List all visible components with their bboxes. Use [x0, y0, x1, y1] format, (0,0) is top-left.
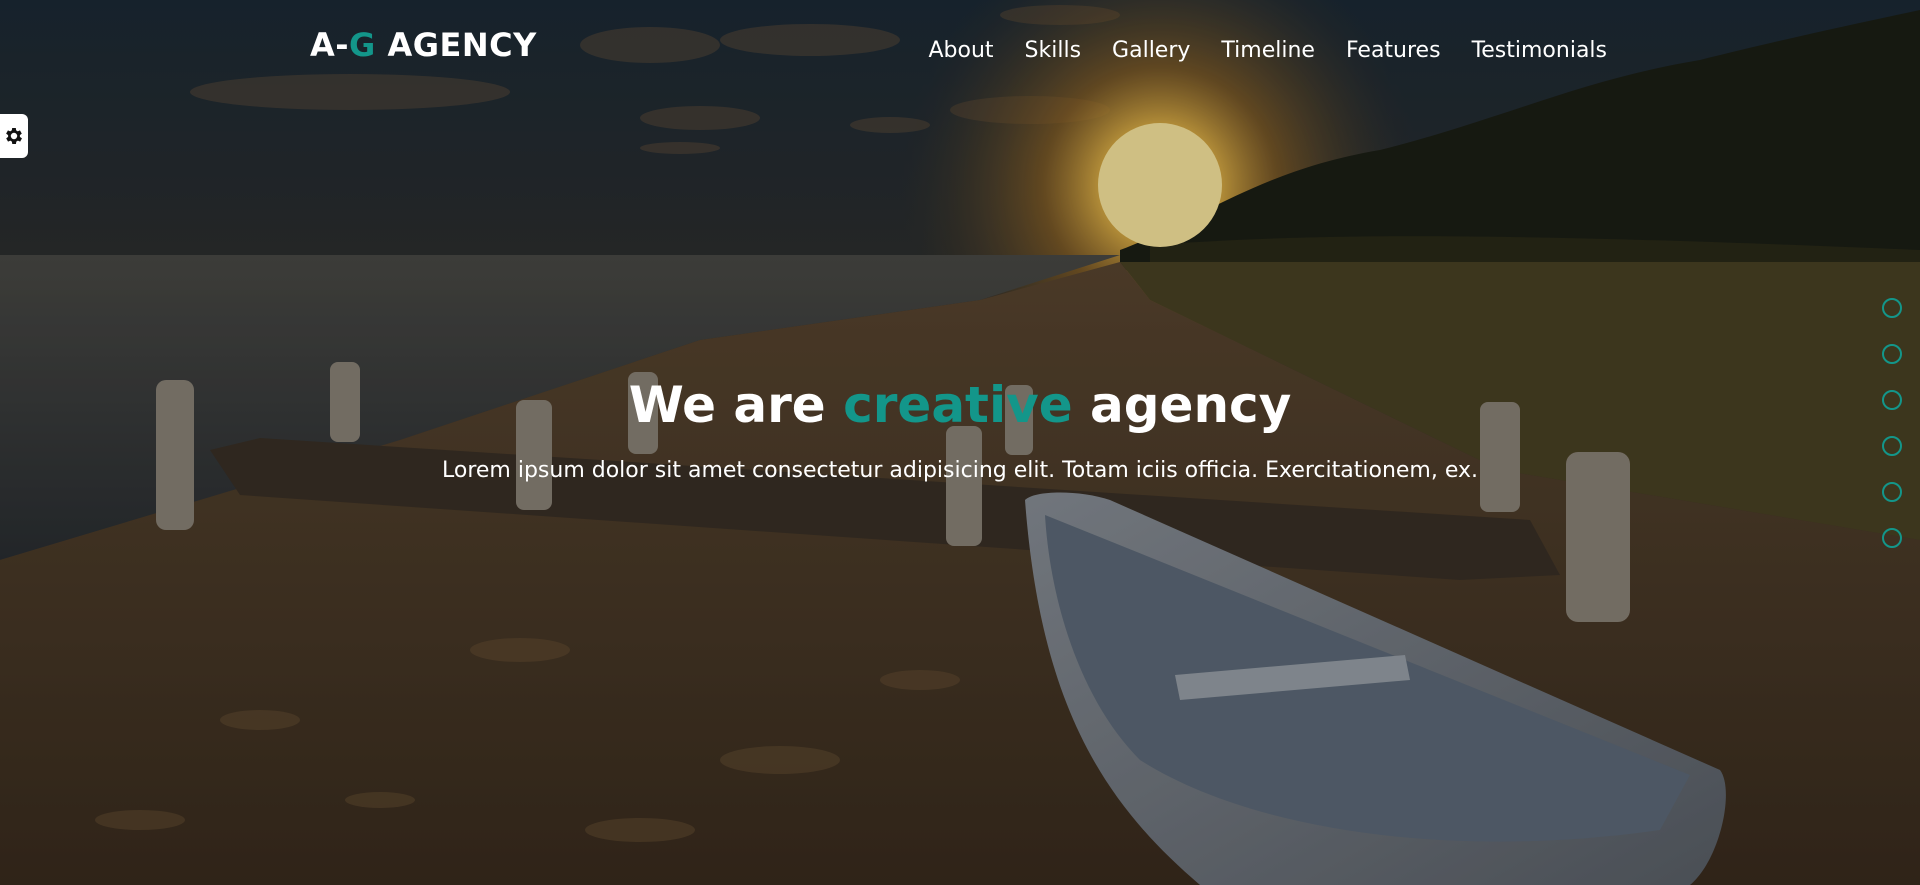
hero-subtitle: Lorem ipsum dolor sit amet consectetur a… — [442, 458, 1478, 483]
bullet-5[interactable] — [1882, 482, 1902, 502]
bullet-3[interactable] — [1882, 390, 1902, 410]
bullet-1[interactable] — [1882, 298, 1902, 318]
hero-title-before: We are — [628, 376, 844, 434]
brand-accent: G — [349, 26, 376, 64]
hero-section: A-G AGENCY About Skills Gallery Timeline… — [0, 0, 1920, 885]
nav-item-testimonials[interactable]: Testimonials — [1472, 38, 1607, 63]
nav-item-skills[interactable]: Skills — [1025, 38, 1082, 63]
brand-suffix: AGENCY — [375, 26, 537, 64]
hero-overlay — [0, 0, 1920, 885]
hero-title-accent: creative — [843, 376, 1073, 434]
nav-item-timeline[interactable]: Timeline — [1221, 38, 1315, 63]
bullet-6[interactable] — [1882, 528, 1902, 548]
settings-button[interactable] — [0, 114, 28, 158]
hero-title-after: agency — [1072, 376, 1292, 434]
bullet-2[interactable] — [1882, 344, 1902, 364]
nav-item-gallery[interactable]: Gallery — [1112, 38, 1190, 63]
nav-item-about[interactable]: About — [928, 38, 993, 63]
section-bullet-nav — [1882, 298, 1902, 548]
brand-logo[interactable]: A-G AGENCY — [310, 26, 537, 64]
gear-icon — [6, 128, 22, 144]
nav-item-features[interactable]: Features — [1346, 38, 1441, 63]
brand-prefix: A- — [310, 26, 350, 64]
bullet-4[interactable] — [1882, 436, 1902, 456]
main-nav: About Skills Gallery Timeline Features T… — [928, 38, 1607, 63]
hero-title: We are creative agency — [0, 376, 1920, 434]
